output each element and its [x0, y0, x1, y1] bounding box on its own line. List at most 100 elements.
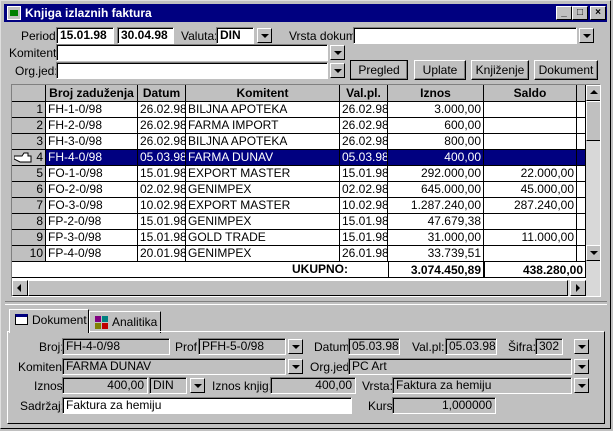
- tab-dokument[interactable]: Dokument: [9, 309, 89, 333]
- komitent-detail-dropdown-button[interactable]: [288, 359, 303, 374]
- cell-komitent[interactable]: FARMA DUNAV: [186, 150, 340, 166]
- datum-field[interactable]: 05.03.98: [348, 338, 400, 355]
- cell-saldo[interactable]: 22.000,00: [484, 166, 577, 182]
- cell-saldo[interactable]: 287.240,00: [484, 198, 577, 214]
- row-number[interactable]: 9: [12, 230, 46, 246]
- scroll-down-button[interactable]: [586, 245, 600, 261]
- cell-valpl[interactable]: 10.02.98: [340, 198, 388, 214]
- dokument-button[interactable]: Dokument: [534, 60, 598, 80]
- pregled-button[interactable]: Pregled: [350, 60, 408, 80]
- col-header-datum[interactable]: Datum: [138, 85, 186, 102]
- cell-komitent[interactable]: GENIMPEX: [186, 214, 340, 230]
- cell-komitent[interactable]: BILJNA APOTEKA: [186, 102, 340, 118]
- cell-datum[interactable]: 05.03.98: [138, 150, 186, 166]
- cell-valpl[interactable]: 26.02.98: [340, 134, 388, 150]
- cell-valpl[interactable]: 15.01.98: [340, 166, 388, 182]
- title-bar[interactable]: Knjiga izlaznih faktura _ □ ×: [4, 4, 607, 22]
- cell-saldo[interactable]: [484, 214, 577, 230]
- orgjed-filter-field[interactable]: [56, 62, 328, 79]
- vrsta-detail-dropdown-button[interactable]: [574, 378, 589, 393]
- scroll-up-button[interactable]: [586, 85, 600, 101]
- col-header-broj[interactable]: Broj zaduženja: [46, 85, 138, 102]
- col-header-komitent[interactable]: Komitent: [186, 85, 340, 102]
- orgjed-detail-field[interactable]: PC Art: [348, 358, 572, 375]
- cell-komitent[interactable]: GOLD TRADE: [186, 230, 340, 246]
- orgjed-filter-dropdown-button[interactable]: [330, 63, 345, 78]
- row-number[interactable]: 5: [12, 166, 46, 182]
- cell-komitent[interactable]: EXPORT MASTER: [186, 166, 340, 182]
- tab-analitika[interactable]: Analitika: [89, 311, 161, 333]
- prof-field[interactable]: PFH-5-0/98: [198, 338, 286, 355]
- cell-datum[interactable]: 26.02.98: [138, 118, 186, 134]
- close-button[interactable]: ×: [590, 6, 606, 20]
- cell-saldo[interactable]: [484, 118, 577, 134]
- invoice-table[interactable]: Broj zaduženja Datum Komitent Val.pl. Iz…: [11, 84, 601, 297]
- cell-saldo[interactable]: 11.000,00: [484, 230, 577, 246]
- cell-valpl[interactable]: 02.02.98: [340, 182, 388, 198]
- cell-broj[interactable]: FO-2-0/98: [46, 182, 138, 198]
- row-number[interactable]: 7: [12, 198, 46, 214]
- komitent-detail-field[interactable]: FARMA DUNAV: [62, 358, 286, 375]
- cell-datum[interactable]: 26.02.98: [138, 102, 186, 118]
- cell-datum[interactable]: 20.01.98: [138, 246, 186, 262]
- komitent-filter-dropdown-button[interactable]: [330, 45, 345, 60]
- row-number[interactable]: 4: [12, 150, 46, 166]
- cell-komitent[interactable]: BILJNA APOTEKA: [186, 134, 340, 150]
- cell-broj[interactable]: FH-3-0/98: [46, 134, 138, 150]
- broj-field[interactable]: FH-4-0/98: [62, 338, 170, 355]
- cell-iznos[interactable]: 1.287.240,00: [388, 198, 484, 214]
- iznos-field[interactable]: 400,00: [62, 377, 148, 394]
- cell-broj[interactable]: FH-4-0/98: [46, 150, 138, 166]
- cell-datum[interactable]: 10.02.98: [138, 198, 186, 214]
- cell-datum[interactable]: 15.01.98: [138, 230, 186, 246]
- row-number[interactable]: 2: [12, 118, 46, 134]
- cell-broj[interactable]: FO-3-0/98: [46, 198, 138, 214]
- cell-datum[interactable]: 02.02.98: [138, 182, 186, 198]
- sifra-dropdown-button[interactable]: [574, 339, 589, 354]
- period-from-field[interactable]: 15.01.98: [56, 27, 114, 44]
- cell-datum[interactable]: 26.02.98: [138, 134, 186, 150]
- vrsta-detail-field[interactable]: Faktura za hemiju: [392, 377, 572, 394]
- kurs-field[interactable]: 1,000000: [392, 397, 496, 414]
- cell-broj[interactable]: FP-3-0/98: [46, 230, 138, 246]
- cell-iznos[interactable]: 33.739,51: [388, 246, 484, 262]
- cell-iznos[interactable]: 800,00: [388, 134, 484, 150]
- row-number[interactable]: 1: [12, 102, 46, 118]
- cell-broj[interactable]: FP-2-0/98: [46, 214, 138, 230]
- cell-iznos[interactable]: 31.000,00: [388, 230, 484, 246]
- knjizenje-button[interactable]: Knjiženje: [471, 60, 529, 80]
- cell-broj[interactable]: FO-1-0/98: [46, 166, 138, 182]
- cell-valpl[interactable]: 15.01.98: [340, 214, 388, 230]
- cell-saldo[interactable]: [484, 150, 577, 166]
- cell-saldo[interactable]: [484, 102, 577, 118]
- valuta-field[interactable]: DIN: [216, 27, 254, 44]
- row-number[interactable]: 8: [12, 214, 46, 230]
- cell-komitent[interactable]: FARMA IMPORT: [186, 118, 340, 134]
- cell-komitent[interactable]: GENIMPEX: [186, 182, 340, 198]
- sadrzaj-field[interactable]: Faktura za hemiju: [62, 397, 352, 414]
- col-header-saldo[interactable]: Saldo: [484, 85, 577, 102]
- cell-saldo[interactable]: [484, 246, 577, 262]
- period-to-field[interactable]: 30.04.98: [117, 27, 174, 44]
- cell-saldo[interactable]: [484, 134, 577, 150]
- valpl-field[interactable]: 05.03.98: [445, 338, 497, 355]
- cell-valpl[interactable]: 26.02.98: [340, 102, 388, 118]
- scroll-left-button[interactable]: [12, 280, 28, 296]
- iznosknj-field[interactable]: 400,00: [270, 377, 356, 394]
- orgjed-detail-dropdown-button[interactable]: [574, 359, 589, 374]
- sifra-field[interactable]: 302: [535, 338, 563, 355]
- cell-komitent[interactable]: GENIMPEX: [186, 246, 340, 262]
- cell-komitent[interactable]: EXPORT MASTER: [186, 198, 340, 214]
- cell-broj[interactable]: FH-2-0/98: [46, 118, 138, 134]
- valuta-dropdown-button[interactable]: [257, 28, 272, 43]
- prof-dropdown-button[interactable]: [288, 339, 303, 354]
- cell-iznos[interactable]: 47.679,38: [388, 214, 484, 230]
- vrsta-dokum-dropdown-button[interactable]: [579, 28, 594, 43]
- uplate-button[interactable]: Uplate: [414, 60, 466, 80]
- iznos-valuta-dropdown-button[interactable]: [190, 378, 205, 393]
- row-number[interactable]: 3: [12, 134, 46, 150]
- cell-broj[interactable]: FP-4-0/98: [46, 246, 138, 262]
- cell-valpl[interactable]: 26.02.98: [340, 118, 388, 134]
- cell-valpl[interactable]: 05.03.98: [340, 150, 388, 166]
- cell-broj[interactable]: FH-1-0/98: [46, 102, 138, 118]
